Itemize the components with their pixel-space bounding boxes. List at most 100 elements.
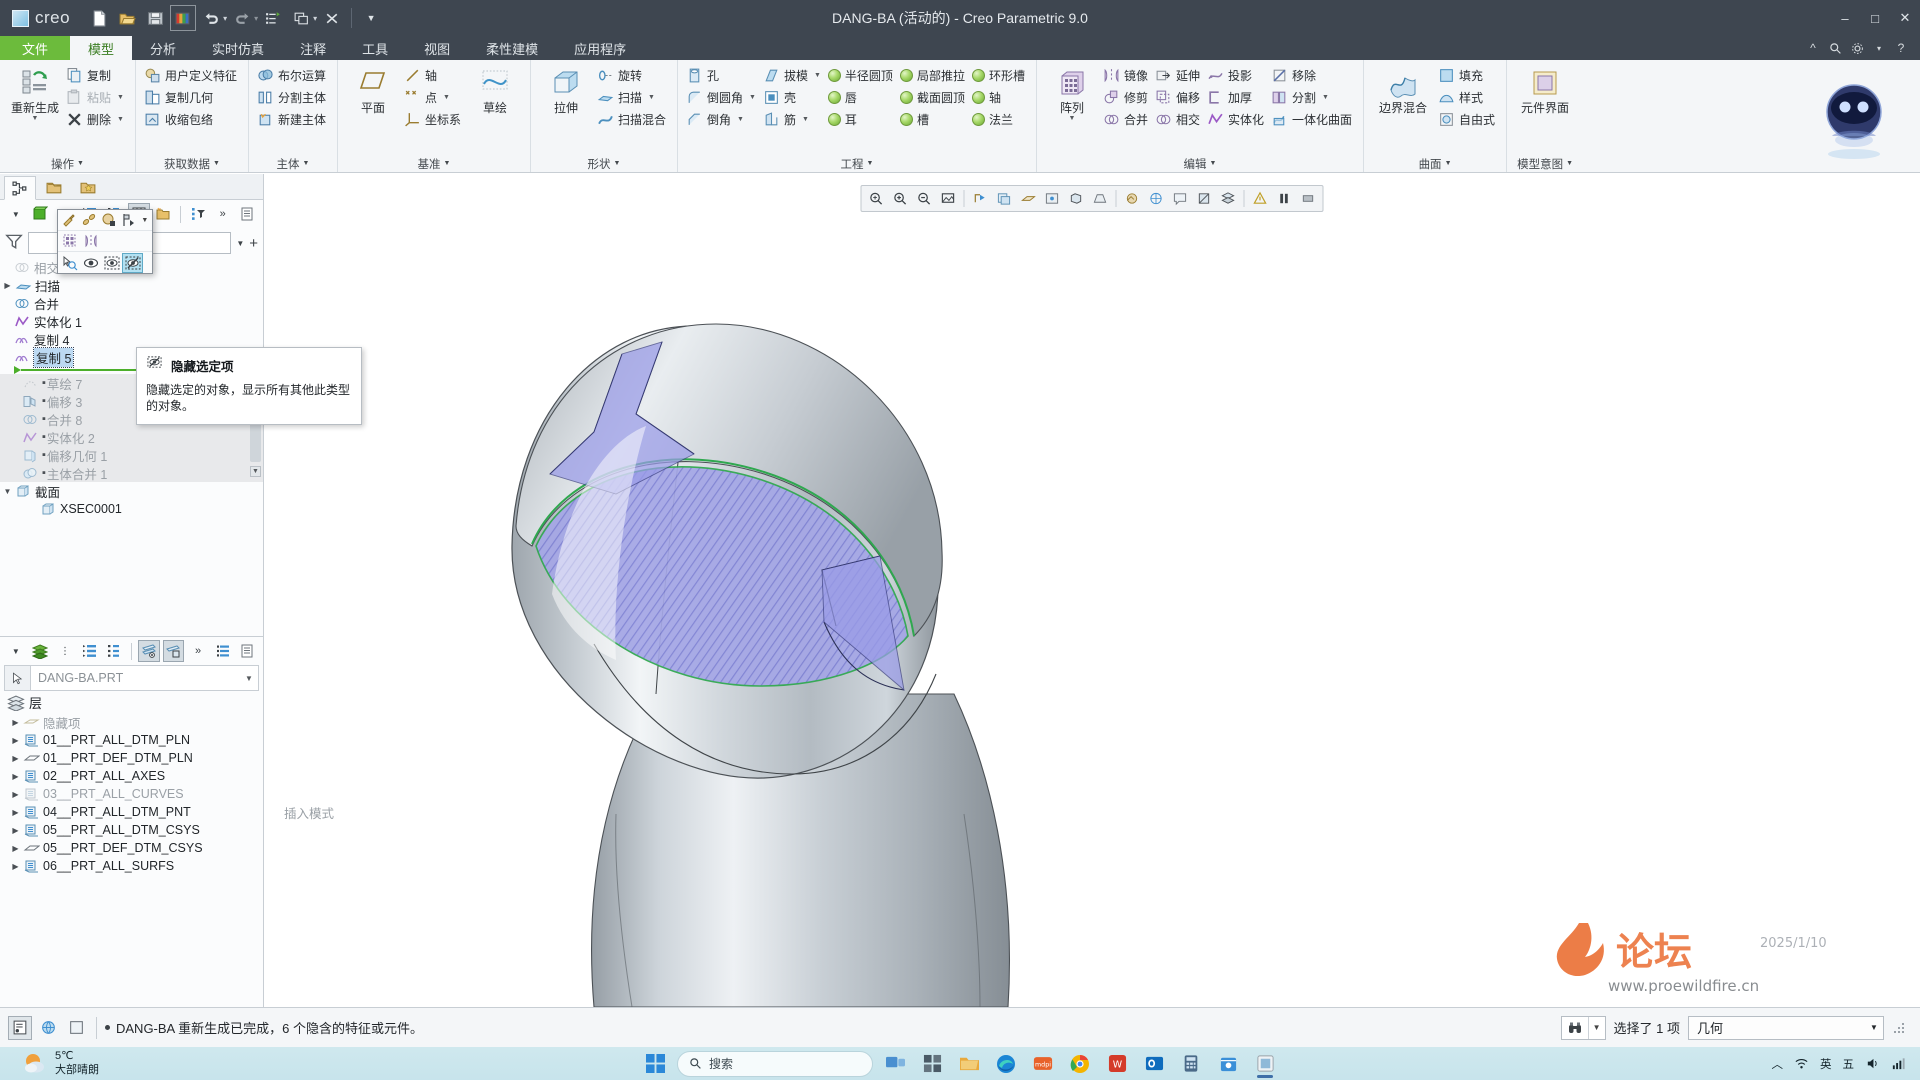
creo-taskbar-icon[interactable] [1250, 1050, 1280, 1078]
local-push-button[interactable]: 局部推拉 [898, 64, 970, 86]
zoom-in-icon[interactable] [889, 188, 912, 210]
scene-icon[interactable] [1145, 188, 1168, 210]
hole-button[interactable]: 孔 [684, 64, 761, 86]
expand-arrow-icon[interactable]: ▶ [8, 790, 23, 799]
appearance-sphere-icon[interactable] [99, 210, 119, 230]
layer-item-hidden[interactable]: ▶ 隐藏项 [0, 713, 263, 731]
tree-root-icon[interactable] [30, 203, 52, 225]
layer-options-icon[interactable] [236, 640, 258, 662]
mirror-button[interactable]: 镜像 [1101, 64, 1153, 86]
resize-grip-icon[interactable] [1892, 1021, 1906, 1035]
taskbar-search-input[interactable]: 搜索 [677, 1050, 873, 1077]
datum-plane-button[interactable]: 平面 [344, 64, 402, 115]
window-switch-caret-icon[interactable]: ▾ [313, 14, 317, 23]
group-label-engineering[interactable]: 工程 ▼ [682, 155, 1032, 172]
intersect-button[interactable]: 相交 [1153, 108, 1205, 130]
copy-geometry-button[interactable]: 复制几何 [142, 86, 242, 108]
saved-orientations-icon[interactable] [969, 188, 992, 210]
folder-browser-tab[interactable] [38, 175, 70, 199]
open-file-icon[interactable] [114, 5, 140, 31]
layer-list[interactable]: 层 ▶ 隐藏项 ▶ 01__PRT_ALL_DTM_PLN ▶ 01__PRT_… [0, 691, 263, 1007]
expand-arrow-icon[interactable]: ▶ [0, 281, 15, 290]
tree-item-sections-folder[interactable]: ▼ 截面 [0, 482, 263, 500]
search-tool-caret-icon[interactable]: ▼ [1587, 1016, 1605, 1039]
slot-button[interactable]: 槽 [898, 108, 970, 130]
sweep-button[interactable]: 扫描 ▼ [595, 86, 671, 108]
model-tree[interactable]: 相交 ▶ 扫描 合并 实体化 1 复制 4 复制 5 ▪ 草绘 7 ▪ 偏移 3… [0, 258, 263, 636]
paste-caret-icon[interactable]: ▼ [117, 94, 124, 101]
group-label-operations[interactable]: 操作 ▼ [4, 155, 131, 172]
tree-new-folder-icon[interactable] [153, 203, 175, 225]
context-toolbar-caret-icon[interactable]: ▼ [139, 217, 151, 224]
refit-icon[interactable] [865, 188, 888, 210]
show-icon[interactable] [80, 253, 101, 273]
windows-start-icon[interactable] [640, 1050, 670, 1078]
undo-icon[interactable] [198, 5, 224, 31]
appearance-gallery-icon[interactable] [1121, 188, 1144, 210]
warning-icon[interactable] [1249, 188, 1272, 210]
component-interface-button[interactable]: 元件界面 [1513, 64, 1577, 115]
regenerate-caret-icon[interactable]: ▼ [32, 115, 39, 122]
style-button[interactable]: 样式 [1436, 86, 1500, 108]
expand-arrow-icon[interactable]: ▶ [8, 718, 23, 727]
tab-file[interactable]: 文件 [0, 36, 71, 60]
collapse-arrow-icon[interactable]: ▼ [0, 487, 15, 496]
layer-settings-icon[interactable]: ⋮ [54, 640, 76, 662]
rib-caret-icon[interactable]: ▼ [802, 116, 809, 123]
tree-item-solidify-1[interactable]: 实体化 1 [0, 312, 263, 330]
search-tool-combo[interactable]: ▼ [1560, 1015, 1606, 1040]
widgets-icon[interactable] [917, 1050, 947, 1078]
settings-icon[interactable] [1848, 39, 1866, 57]
round-button[interactable]: 倒圆角 ▼ [684, 86, 761, 108]
minimize-button[interactable]: – [1830, 0, 1860, 36]
tab-flexible-modeling[interactable]: 柔性建模 [468, 36, 556, 60]
fill-button[interactable]: 填充 [1436, 64, 1500, 86]
layer-item-02-prt-all-axes[interactable]: ▶ 02__PRT_ALL_AXES [0, 767, 263, 785]
new-body-button[interactable]: 新建主体 [255, 108, 331, 130]
pattern-button[interactable]: 阵列 ▼ [1043, 64, 1101, 122]
merge-button[interactable]: 合并 [1101, 108, 1153, 130]
shaft-button[interactable]: 轴 [970, 86, 1030, 108]
save-icon[interactable] [142, 5, 168, 31]
cad-model-viewport[interactable] [264, 174, 1920, 1007]
favorites-tab[interactable] [72, 175, 104, 199]
layer-item-04-prt-all-dtm-pnt[interactable]: ▶ 04__PRT_ALL_DTM_PNT [0, 803, 263, 821]
expand-arrow-icon[interactable]: ▶ [8, 754, 23, 763]
udf-button[interactable]: 用户定义特征 [142, 64, 242, 86]
expand-arrow-icon[interactable]: ▶ [8, 808, 23, 817]
layer-list-icon[interactable] [212, 640, 234, 662]
repaint-icon[interactable] [937, 188, 960, 210]
sketch-button[interactable]: 草绘 [466, 64, 524, 115]
layer-item-06-prt-all-surfs[interactable]: ▶ 06__PRT_ALL_SURFS [0, 857, 263, 875]
pattern-caret-icon[interactable]: ▼ [1069, 115, 1076, 122]
tree-item-copy-4[interactable]: 复制 4 [0, 330, 263, 348]
window-switch-icon[interactable] [288, 5, 314, 31]
close-window-icon[interactable] [319, 5, 345, 31]
regenerate-button[interactable]: 重新生成 ▼ [6, 64, 64, 122]
graphics-window[interactable]: 插入模式 论坛 www.proewildfire.cn 2025/1/10 [264, 174, 1920, 1007]
flange-button[interactable]: 法兰 [970, 108, 1030, 130]
file-explorer-icon[interactable] [954, 1050, 984, 1078]
wps-icon[interactable]: W [1102, 1050, 1132, 1078]
tree-overflow-icon[interactable]: » [212, 203, 234, 225]
paint-appearance-icon[interactable] [59, 210, 79, 230]
tab-tools[interactable]: 工具 [344, 36, 406, 60]
expand-arrow-icon[interactable]: ▶ [8, 736, 23, 745]
perspective-icon[interactable] [1089, 188, 1112, 210]
datum-point-button[interactable]: 点 ▼ [402, 86, 466, 108]
draft-caret-icon[interactable]: ▼ [814, 72, 821, 79]
split-surface-caret-icon[interactable]: ▼ [1322, 94, 1329, 101]
rib-button[interactable]: 筋 ▼ [761, 108, 826, 130]
selection-filter-select[interactable]: 几何 ▼ [1688, 1015, 1884, 1040]
qat-overflow-icon[interactable]: ▼ [358, 5, 384, 31]
mirror-icon[interactable] [80, 231, 101, 251]
display-style-icon[interactable] [1065, 188, 1088, 210]
layer-collapse-root-icon[interactable]: ▼ [5, 640, 27, 662]
split-surface-button[interactable]: 分割 ▼ [1269, 86, 1357, 108]
copy-button[interactable]: 复制 [64, 64, 129, 86]
radius-dome-button[interactable]: 半径圆顶 [826, 64, 898, 86]
datum-axis-button[interactable]: 轴 [402, 64, 466, 86]
help-icon[interactable]: ? [1892, 39, 1910, 57]
settings-caret-icon[interactable]: ▾ [1870, 39, 1888, 57]
shrinkwrap-button[interactable]: 收缩包络 [142, 108, 242, 130]
